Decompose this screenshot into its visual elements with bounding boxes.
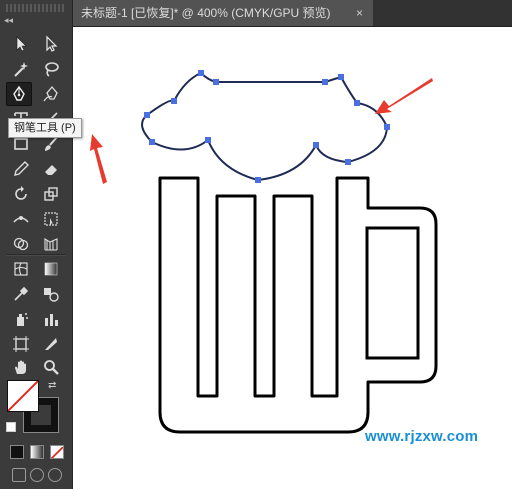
mesh-tool[interactable]	[8, 257, 34, 281]
anchor-point[interactable]	[213, 79, 219, 85]
free-transform-tool[interactable]	[38, 207, 64, 231]
shape-builder-tool[interactable]	[8, 232, 34, 256]
anchor-points	[144, 70, 390, 183]
rotate-tool[interactable]	[8, 182, 34, 206]
panel-grip[interactable]	[6, 4, 66, 12]
no-fill-slash-icon	[8, 381, 38, 411]
column-graph-tool[interactable]	[38, 307, 64, 331]
magnifier-icon	[44, 360, 59, 375]
eraser-icon	[45, 165, 57, 175]
selection-tool[interactable]	[8, 32, 34, 56]
anchor-point[interactable]	[255, 177, 261, 183]
eyedropper-tool[interactable]	[8, 282, 34, 306]
mug-handle-hole[interactable]	[365, 226, 420, 360]
rotate-icon	[15, 186, 27, 200]
red-pointer-arrows	[90, 78, 433, 184]
tools-panel: ◂◂ ⇄	[0, 0, 73, 489]
anchor-point[interactable]	[322, 79, 328, 85]
anchor-point[interactable]	[149, 139, 155, 145]
arrow-pointer-left	[90, 134, 107, 184]
anchor-point[interactable]	[345, 159, 351, 165]
arrow-pointer-right	[375, 78, 433, 114]
magic-wand-tool[interactable]	[8, 57, 34, 81]
lasso-tool[interactable]	[38, 57, 64, 81]
anchor-point[interactable]	[384, 124, 390, 130]
blend-tool[interactable]	[38, 282, 64, 306]
draw-inside-button[interactable]	[48, 468, 62, 482]
artboard-icon	[13, 336, 29, 352]
anchor-point[interactable]	[171, 98, 177, 104]
magic-wand-icon	[14, 62, 28, 77]
anchor-point[interactable]	[338, 74, 344, 80]
selection-arrow-icon	[16, 36, 27, 52]
none-slash-icon	[51, 446, 63, 458]
hand-tool[interactable]	[8, 355, 34, 379]
anchor-point[interactable]	[205, 137, 211, 143]
pen-tool[interactable]	[6, 82, 32, 106]
blend-icon	[44, 288, 59, 302]
artwork	[90, 70, 438, 434]
tool-group-divider	[6, 254, 66, 256]
anchor-point[interactable]	[198, 70, 204, 76]
draw-behind-button[interactable]	[30, 468, 44, 482]
slice-tool[interactable]	[38, 332, 64, 356]
free-transform-icon	[44, 212, 58, 226]
gradient-tool[interactable]	[38, 257, 64, 281]
pen-tool-tooltip: 钢笔工具 (P)	[8, 118, 82, 138]
pen-nib-icon	[13, 85, 25, 101]
anchor-point[interactable]	[354, 100, 360, 106]
curvature-pen-icon	[43, 85, 58, 102]
scale-tool[interactable]	[38, 182, 64, 206]
none-mode-button[interactable]	[50, 445, 64, 459]
direct-selection-arrow-icon	[46, 35, 58, 52]
swap-fill-stroke-icon[interactable]: ⇄	[48, 380, 56, 391]
anchor-point[interactable]	[313, 142, 319, 148]
artboard-tool[interactable]	[8, 332, 34, 356]
gradient-mode-button[interactable]	[30, 445, 44, 459]
beer-mug-shape	[158, 176, 438, 434]
lasso-icon	[45, 62, 59, 77]
mesh-icon	[14, 262, 28, 276]
collapse-panel-icon[interactable]: ◂◂	[4, 16, 13, 25]
document-tab-bar: 未标题-1 [已恢复]* @ 400% (CMYK/GPU 预览) ×	[73, 0, 512, 27]
pencil-tool[interactable]	[8, 157, 34, 181]
anchor-point[interactable]	[144, 112, 150, 118]
zoom-tool[interactable]	[38, 355, 64, 379]
hand-icon	[15, 360, 26, 374]
gradient-icon	[44, 262, 58, 276]
symbol-sprayer-tool[interactable]	[8, 307, 34, 331]
pencil-icon	[14, 161, 29, 176]
column-graph-icon	[45, 314, 58, 326]
color-mode-button[interactable]	[10, 445, 24, 459]
artboard-canvas[interactable]	[73, 27, 512, 489]
document-tab-title: 未标题-1 [已恢复]* @ 400% (CMYK/GPU 预览)	[81, 6, 331, 20]
slice-knife-icon	[45, 338, 57, 350]
width-icon	[13, 216, 29, 223]
symbol-sprayer-icon	[17, 313, 28, 326]
close-tab-icon[interactable]: ×	[356, 0, 363, 26]
document-tab[interactable]: 未标题-1 [已恢复]* @ 400% (CMYK/GPU 预览) ×	[73, 0, 373, 26]
direct-selection-tool[interactable]	[38, 32, 64, 56]
perspective-grid-icon	[44, 238, 58, 251]
fill-color-swatch[interactable]	[7, 380, 39, 412]
shape-builder-icon	[13, 237, 29, 251]
draw-normal-button[interactable]	[12, 468, 26, 482]
site-watermark: www.rjzxw.com	[365, 428, 479, 445]
curvature-tool[interactable]	[38, 82, 64, 106]
perspective-grid-tool[interactable]	[38, 232, 64, 256]
eraser-tool[interactable]	[38, 157, 64, 181]
width-tool[interactable]	[8, 207, 34, 231]
default-colors-icon[interactable]	[6, 422, 16, 432]
scale-icon	[44, 187, 58, 201]
mug-outline-path[interactable]	[158, 176, 438, 434]
eyedropper-icon	[14, 286, 29, 301]
